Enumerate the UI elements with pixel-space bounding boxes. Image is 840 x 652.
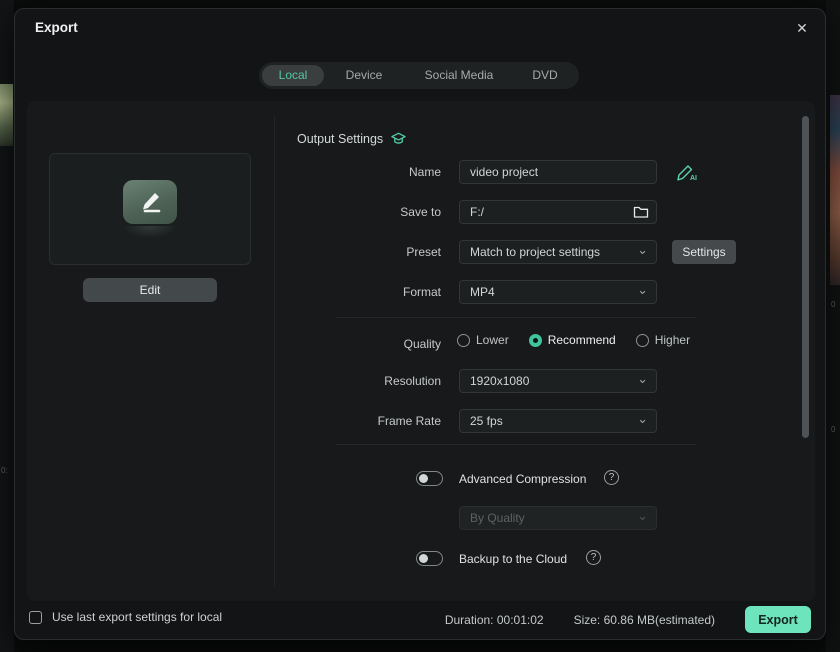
chevron-down-icon: ⌄: [637, 411, 648, 426]
background-timecode-mark: 0:: [1, 466, 8, 475]
format-label: Format: [402, 285, 441, 299]
size-label: Size:: [573, 612, 601, 627]
preset-dropdown[interactable]: Match to project settings ⌄: [459, 240, 657, 264]
tab-social-media[interactable]: Social Media: [404, 65, 514, 86]
format-value: MP4: [470, 285, 495, 299]
browse-folder-icon[interactable]: [633, 205, 649, 219]
divider: [336, 317, 696, 318]
export-content-panel: Edit Output Settings Name video project: [27, 101, 815, 601]
quality-radio-higher[interactable]: Higher: [635, 333, 691, 347]
video-preview-thumbnail[interactable]: [49, 153, 251, 265]
save-to-label: Save to: [400, 205, 441, 219]
screen: 0: 0 0 Export ✕ Local Device Social Medi…: [0, 0, 840, 652]
preset-label: Preset: [406, 245, 441, 259]
help-icon[interactable]: ?: [604, 470, 619, 485]
size-value: 60.86 MB(estimated): [603, 612, 715, 627]
output-settings-label: Output Settings: [297, 131, 384, 146]
chevron-down-icon: ⌄: [637, 282, 648, 297]
column-divider: [274, 116, 275, 586]
quality-options: Lower Recommend Higher: [457, 333, 690, 347]
background-timeline-mark: 0: [831, 300, 836, 309]
quality-lower-label: Lower: [476, 333, 509, 347]
quality-recommend-label: Recommend: [547, 333, 616, 347]
tab-device[interactable]: Device: [324, 65, 404, 86]
settings-button[interactable]: Settings: [672, 240, 736, 264]
background-video-frame: [830, 95, 840, 285]
scrollbar-thumb[interactable]: [802, 116, 809, 438]
size-text: Size: 60.86 MB(estimated): [574, 613, 715, 627]
duration-text: Duration: 00:01:02: [445, 613, 544, 627]
background-app-left: 0:: [0, 0, 14, 652]
backup-cloud-toggle[interactable]: [416, 551, 443, 566]
compression-mode-dropdown: By Quality ⌄: [459, 506, 657, 530]
quality-label: Quality: [403, 337, 441, 351]
help-icon[interactable]: ?: [586, 550, 601, 565]
edit-pencil-icon: [123, 180, 177, 224]
background-timeline-mark: 0: [831, 425, 836, 434]
icon-reflection: [123, 226, 177, 238]
name-input[interactable]: video project: [459, 160, 657, 184]
edit-button[interactable]: Edit: [83, 278, 217, 302]
frame-rate-dropdown[interactable]: 25 fps ⌄: [459, 409, 657, 433]
tutorial-cap-icon[interactable]: [390, 131, 407, 146]
frame-rate-value: 25 fps: [470, 414, 503, 428]
use-last-settings-label: Use last export settings for local: [52, 610, 223, 624]
backup-cloud-label: Backup to the Cloud: [459, 552, 568, 566]
background-media-thumbnail: [0, 84, 13, 146]
output-settings-title: Output Settings: [297, 131, 407, 146]
radio-icon: [457, 333, 470, 347]
resolution-dropdown[interactable]: 1920x1080 ⌄: [459, 369, 657, 393]
advanced-compression-label: Advanced Compression: [459, 472, 587, 486]
close-icon[interactable]: ✕: [792, 18, 812, 38]
background-app-right: 0 0: [826, 0, 840, 652]
frame-rate-label: Frame Rate: [377, 414, 441, 428]
chevron-down-icon: ⌄: [637, 242, 648, 257]
toggle-knob: [419, 473, 428, 483]
footer-left: Use last export settings for local: [29, 610, 222, 624]
radio-icon: [635, 333, 649, 347]
resolution-label: Resolution: [384, 374, 441, 388]
chevron-down-icon: ⌄: [637, 371, 648, 386]
quality-higher-label: Higher: [654, 333, 691, 347]
footer-right: Duration: 00:01:02 Size: 60.86 MB(estima…: [445, 606, 811, 633]
use-last-settings-checkbox[interactable]: [29, 610, 42, 624]
dialog-title: Export: [35, 20, 78, 35]
resolution-value: 1920x1080: [470, 374, 530, 388]
export-tab-bar: Local Device Social Media DVD: [259, 62, 579, 89]
chevron-down-icon: ⌄: [637, 508, 648, 523]
tab-local[interactable]: Local: [262, 65, 324, 86]
export-button[interactable]: Export: [745, 606, 811, 633]
radio-selected-icon: [528, 333, 542, 347]
name-value: video project: [470, 165, 539, 179]
svg-text:AI: AI: [690, 175, 697, 182]
advanced-compression-toggle[interactable]: [416, 471, 443, 486]
duration-label: Duration:: [444, 612, 494, 627]
duration-value: 00:01:02: [496, 612, 544, 627]
divider: [336, 444, 696, 445]
export-dialog: Export ✕ Local Device Social Media DVD E…: [14, 8, 826, 640]
tab-dvd[interactable]: DVD: [514, 65, 576, 86]
name-label: Name: [408, 165, 441, 179]
save-to-value: F:/: [470, 205, 484, 219]
compression-mode-value: By Quality: [470, 511, 525, 525]
format-dropdown[interactable]: MP4 ⌄: [459, 280, 657, 304]
preset-value: Match to project settings: [470, 245, 601, 259]
toggle-knob: [419, 553, 428, 563]
quality-radio-lower[interactable]: Lower: [457, 333, 509, 347]
ai-rename-icon[interactable]: AI: [675, 161, 699, 188]
save-to-input[interactable]: F:/: [459, 200, 657, 224]
quality-radio-recommend[interactable]: Recommend: [528, 333, 616, 347]
